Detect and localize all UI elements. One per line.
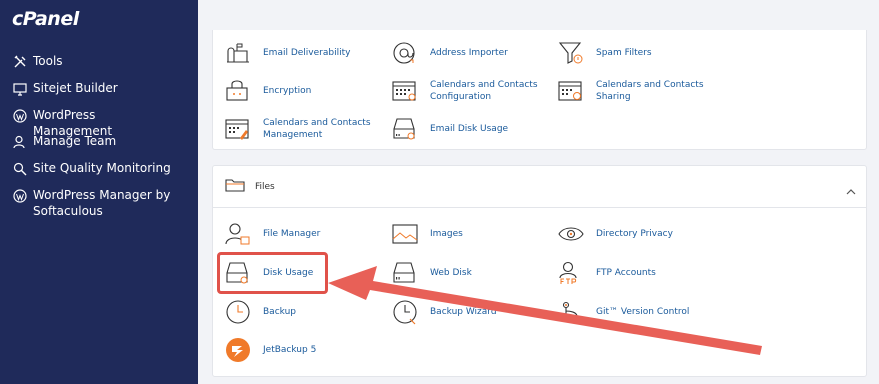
tool-label: FTP Accounts [596,268,656,278]
image-icon [392,222,418,246]
tool-label: Address Importer [430,48,508,58]
sidebar: cPanel Tools Sitejet Builder WordPress M… [0,0,198,384]
user-file-icon [225,222,251,246]
sidebar-item-tools[interactable]: Tools [12,53,173,69]
tool-label: Calendars and Contacts Management [263,118,371,140]
tool-spam-filters[interactable]: Spam Filters [558,41,711,65]
jetbackup-logo-icon [225,338,251,362]
disk-icon [225,261,251,285]
disk-icon [392,117,418,141]
tool-label: Encryption [263,86,312,96]
funnel-icon [558,41,584,65]
sidebar-item-label: WordPress Manager by Softaculous [33,188,171,218]
sidebar-item-label: Site Quality Monitoring [33,161,171,175]
sidebar-item-sitejet[interactable]: Sitejet Builder [12,80,173,96]
tool-label: Images [430,229,463,239]
tool-ftp-accounts[interactable]: FTP Accounts [558,261,711,285]
tool-calendars-management[interactable]: Calendars and Contacts Management [225,117,378,141]
files-panel: Files File Manager Images Directory Priv… [212,165,867,377]
email-panel: Email Deliverability Address Importer Sp… [212,30,867,150]
files-panel-header[interactable]: Files [213,166,866,208]
tool-label: Web Disk [430,268,472,278]
tool-label: Disk Usage [263,268,314,278]
tool-label: Email Deliverability [263,48,351,58]
clock-icon [225,300,251,324]
tool-label: Backup [263,307,296,317]
tool-backup[interactable]: Backup [225,300,378,324]
tool-label: Directory Privacy [596,229,673,239]
at-sign-icon [392,41,418,65]
monitor-icon [12,81,27,96]
tool-label: JetBackup 5 [263,345,317,355]
tool-label: Calendars and Contacts Configuration [430,80,538,102]
wordpress-icon [12,108,27,123]
ftp-user-icon [558,261,584,285]
wordpress-icon [12,188,27,203]
tool-file-manager[interactable]: File Manager [225,222,378,246]
tool-disk-usage[interactable]: Disk Usage [225,261,378,285]
tool-jetbackup[interactable]: JetBackup 5 [225,338,378,362]
clock-wizard-icon [392,300,418,325]
git-icon [558,300,584,324]
tool-calendars-sharing[interactable]: Calendars and Contacts Sharing [558,79,711,103]
folder-icon [225,177,245,196]
tool-label: Spam Filters [596,48,652,58]
cpanel-logo[interactable]: cPanel [12,8,79,30]
tool-calendars-config[interactable]: Calendars and Contacts Configuration [392,79,545,103]
lock-box-icon [225,79,251,103]
chevron-up-icon[interactable] [846,181,856,200]
tool-label: Calendars and Contacts Sharing [596,80,704,102]
calendar-edit-icon [225,117,251,141]
tool-label: Git™ Version Control [596,307,690,317]
sidebar-item-manage-team[interactable]: Manage Team [12,133,173,149]
tools-icon [12,54,27,69]
tool-web-disk[interactable]: Web Disk [392,261,545,285]
tool-directory-privacy[interactable]: Directory Privacy [558,222,711,246]
tool-label: Email Disk Usage [430,124,509,134]
tool-email-disk-usage[interactable]: Email Disk Usage [392,117,545,141]
sidebar-item-wordpress-softaculous[interactable]: WordPress Manager by Softaculous [12,187,173,219]
sidebar-item-label: Tools [33,54,63,68]
tool-images[interactable]: Images [392,222,545,246]
tool-address-importer[interactable]: Address Importer [392,41,545,65]
tool-git-version-control[interactable]: Git™ Version Control [558,300,711,324]
sidebar-item-site-quality[interactable]: Site Quality Monitoring [12,160,173,176]
magnifier-icon [12,161,27,176]
calendar-icon [392,79,418,103]
tool-backup-wizard[interactable]: Backup Wizard [392,300,545,325]
tool-label: File Manager [263,229,321,239]
tool-encryption[interactable]: Encryption [225,79,378,103]
mailbox-icon [225,41,251,65]
eye-icon [558,222,584,246]
sidebar-item-label: Sitejet Builder [33,81,118,95]
disk-icon [392,261,418,285]
sidebar-item-label: Manage Team [33,134,117,148]
tool-email-deliverability[interactable]: Email Deliverability [225,41,378,65]
tool-label: Backup Wizard [430,307,497,317]
user-icon [12,134,27,149]
files-section-title: Files [255,181,275,192]
calendar-share-icon [558,79,584,103]
